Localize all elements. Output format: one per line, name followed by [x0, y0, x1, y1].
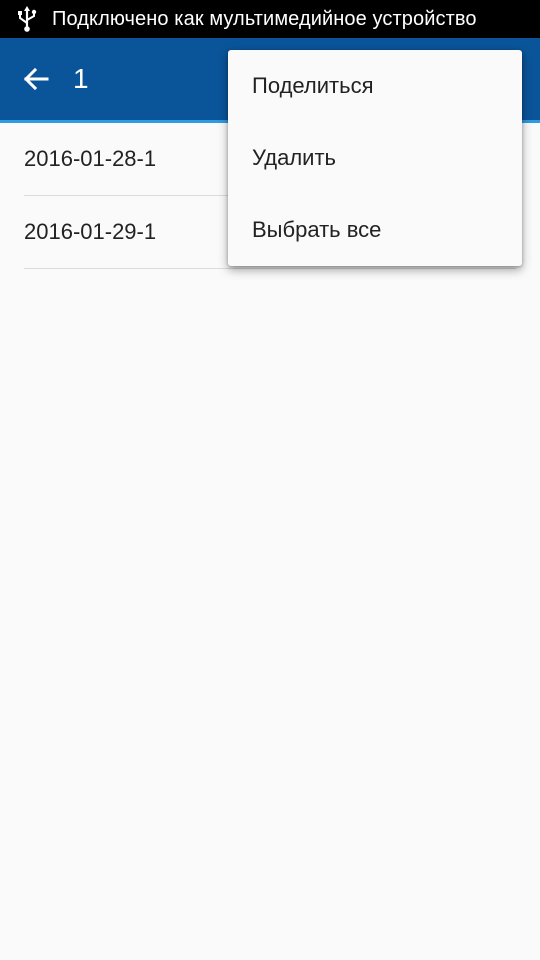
menu-item-delete[interactable]: Удалить [228, 122, 522, 194]
overflow-menu: Поделиться Удалить Выбрать все [228, 50, 522, 266]
back-button[interactable] [16, 59, 56, 99]
list-item-label: 2016-01-28-1 [24, 146, 157, 171]
status-text: Подключено как мультимедийное устройство [52, 7, 477, 30]
arrow-left-icon [23, 67, 49, 91]
status-bar: Подключено как мультимедийное устройство [0, 0, 540, 38]
menu-item-label: Выбрать все [252, 217, 382, 242]
usb-icon [8, 0, 46, 38]
page-title: 1 [73, 63, 89, 94]
menu-item-label: Поделиться [252, 73, 374, 98]
list-item-label: 2016-01-29-1 [24, 219, 157, 244]
screen: Подключено как мультимедийное устройство… [0, 0, 540, 960]
menu-item-label: Удалить [252, 145, 336, 170]
menu-item-share[interactable]: Поделиться [228, 50, 522, 122]
menu-item-select-all[interactable]: Выбрать все [228, 194, 522, 266]
